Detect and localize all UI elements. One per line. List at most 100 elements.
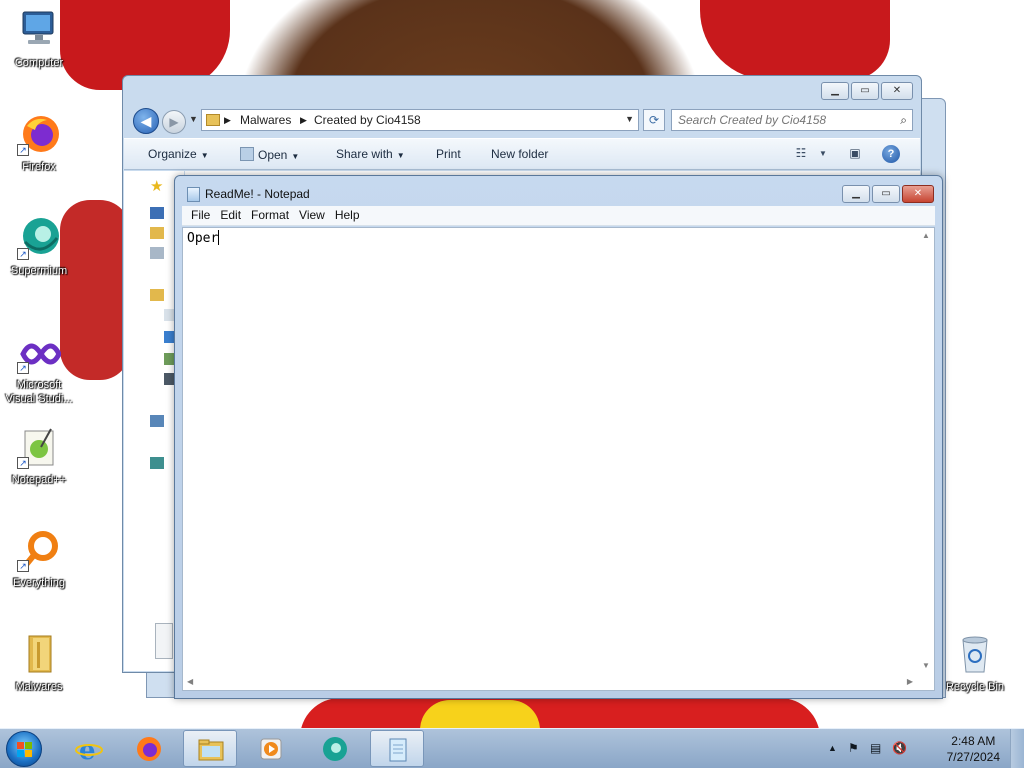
close-button[interactable]: ✕ <box>881 82 913 100</box>
address-dropdown-icon[interactable]: ▼ <box>625 114 634 124</box>
close-button[interactable]: ✕ <box>902 185 934 203</box>
vertical-scrollbar[interactable]: ▲ ▼ <box>917 228 934 673</box>
recent-places-nav-icon[interactable] <box>150 247 164 259</box>
desktop-icon-everything[interactable]: ↗ Everything <box>4 528 74 590</box>
windows-logo-icon <box>17 742 33 758</box>
notepad-icon <box>187 187 200 202</box>
clock[interactable]: 2:48 AM 7/27/2024 <box>947 733 1000 765</box>
network-nav-icon[interactable] <box>150 457 164 469</box>
print-button[interactable]: Print <box>436 147 461 161</box>
chevron-down-icon: ▼ <box>200 151 209 160</box>
open-button[interactable]: Open ▼ <box>240 147 299 162</box>
breadcrumb-item[interactable]: Created by Cio4158 <box>314 113 421 127</box>
chevron-down-icon: ▼ <box>396 151 405 160</box>
downloads-nav-icon[interactable] <box>150 227 164 239</box>
new-folder-button[interactable]: New folder <box>491 147 548 161</box>
taskbar-windows-explorer[interactable] <box>183 730 237 767</box>
share-with-button[interactable]: Share with ▼ <box>336 147 405 161</box>
desktop-icon-computer[interactable]: Computer <box>4 8 74 70</box>
show-desktop-button[interactable] <box>1010 729 1024 768</box>
horizontal-scrollbar[interactable]: ◀ ▶ <box>183 673 917 690</box>
shortcut-arrow-icon: ↗ <box>17 560 29 572</box>
shortcut-arrow-icon: ↗ <box>17 144 29 156</box>
menu-help[interactable]: Help <box>330 206 365 222</box>
supermium-icon: ↗ <box>17 216 61 260</box>
desktop-icon-notepad-plus-plus[interactable]: ↗ Notepad++ <box>4 425 74 487</box>
system-tray: ▲ ⚑ ▤ 🔇 2:48 AM 7/27/2024 <box>828 729 1008 768</box>
refresh-button[interactable]: ⟳ <box>643 109 665 131</box>
organize-label: Organize <box>148 147 197 161</box>
taskbar-media-player[interactable] <box>244 730 298 767</box>
desktop-icon-label: Microsoft Visual Studi... <box>5 379 73 405</box>
chevron-down-icon[interactable]: ▼ <box>814 149 832 165</box>
desktop-icon-label: Supermium <box>10 265 68 277</box>
text-editor-area[interactable]: Oper ▲ ▼ ◀ ▶ <box>182 227 935 691</box>
open-label: Open <box>258 148 288 162</box>
shortcut-arrow-icon: ↗ <box>17 457 29 469</box>
menu-view[interactable]: View <box>294 206 330 222</box>
taskbar-internet-explorer[interactable]: e <box>62 730 116 767</box>
minimize-button[interactable]: ▁ <box>821 82 849 100</box>
scroll-left-icon[interactable]: ◀ <box>187 677 193 686</box>
computer-nav-icon[interactable] <box>150 415 164 427</box>
desktop-nav-icon[interactable] <box>150 207 164 219</box>
shortcut-arrow-icon: ↗ <box>17 362 29 374</box>
desktop-icon-firefox[interactable]: ↗ Firefox <box>4 112 74 174</box>
desktop-icon-malwares-folder[interactable]: Malwares <box>4 632 74 694</box>
open-icon <box>240 147 254 161</box>
file-thumbnail[interactable] <box>155 623 173 659</box>
scroll-down-icon[interactable]: ▼ <box>922 661 930 670</box>
maximize-button[interactable]: ▭ <box>872 185 900 203</box>
taskbar-supermium[interactable] <box>308 730 362 767</box>
action-center-flag-icon[interactable]: ⚑ <box>848 741 859 755</box>
desktop-icon-label: Malwares <box>15 681 63 693</box>
wallpaper-decoration <box>420 700 540 728</box>
minimize-button[interactable]: ▁ <box>842 185 870 203</box>
desktop-icon-label: Notepad++ <box>11 474 67 486</box>
recycle-bin-icon <box>953 632 997 676</box>
svg-text:e: e <box>79 736 96 763</box>
search-input[interactable] <box>678 111 878 129</box>
folder-icon <box>206 114 220 126</box>
computer-icon <box>17 8 61 52</box>
libraries-nav-icon[interactable] <box>150 289 164 301</box>
clock-time: 2:48 AM <box>951 734 996 748</box>
menu-format[interactable]: Format <box>246 206 294 222</box>
organize-button[interactable]: Organize ▼ <box>148 147 209 161</box>
search-field[interactable]: ⌕ <box>671 109 913 131</box>
desktop-icon-label: Recycle Bin <box>945 681 1005 693</box>
clock-date: 7/27/2024 <box>946 750 1000 764</box>
firefox-icon <box>137 737 161 761</box>
view-options-icon[interactable]: ☷ <box>792 146 810 162</box>
network-icon[interactable]: ▤ <box>870 741 881 755</box>
help-button[interactable]: ? <box>882 145 900 163</box>
scroll-right-icon[interactable]: ▶ <box>907 677 913 686</box>
favorites-star-icon[interactable]: ★ <box>150 177 163 195</box>
document-text[interactable]: Oper <box>187 230 220 246</box>
breadcrumb-item[interactable]: Malwares <box>240 113 291 127</box>
window-controls: ▁ ▭ ✕ <box>821 82 913 100</box>
start-button[interactable] <box>6 731 42 767</box>
desktop-icon-recycle-bin[interactable]: Recycle Bin <box>940 632 1010 694</box>
preview-pane-icon[interactable]: ▣ <box>846 146 864 162</box>
volume-muted-icon[interactable]: 🔇 <box>892 741 907 755</box>
taskbar-notepad[interactable] <box>370 730 424 767</box>
address-bar[interactable]: ▶ Malwares ▶ Created by Cio4158 ▼ <box>201 109 639 131</box>
show-hidden-icons-icon[interactable]: ▲ <box>828 743 837 753</box>
back-button[interactable]: ◀ <box>133 108 159 134</box>
scroll-up-icon[interactable]: ▲ <box>922 231 930 240</box>
folder-icon <box>17 632 61 676</box>
desktop-icon-supermium[interactable]: ↗ Supermium <box>4 216 74 278</box>
forward-button[interactable]: ▶ <box>162 110 186 134</box>
breadcrumb-separator-icon: ▶ <box>224 115 231 125</box>
taskbar-firefox[interactable] <box>122 730 176 767</box>
breadcrumb-separator-icon[interactable]: ▶ <box>300 115 307 126</box>
menu-file[interactable]: File <box>186 206 215 222</box>
recent-pages-dropdown[interactable]: ▼ <box>189 114 198 124</box>
maximize-button[interactable]: ▭ <box>851 82 879 100</box>
menu-edit[interactable]: Edit <box>215 206 246 222</box>
document-content: Oper <box>187 231 219 246</box>
notepad-window[interactable]: ReadMe! - Notepad ▁ ▭ ✕ File Edit Format Vi… <box>174 175 943 699</box>
window-title: ReadMe! - Notepad <box>205 187 310 201</box>
desktop-icon-visual-studio[interactable]: ↗ Microsoft Visual Studi... <box>4 330 74 406</box>
